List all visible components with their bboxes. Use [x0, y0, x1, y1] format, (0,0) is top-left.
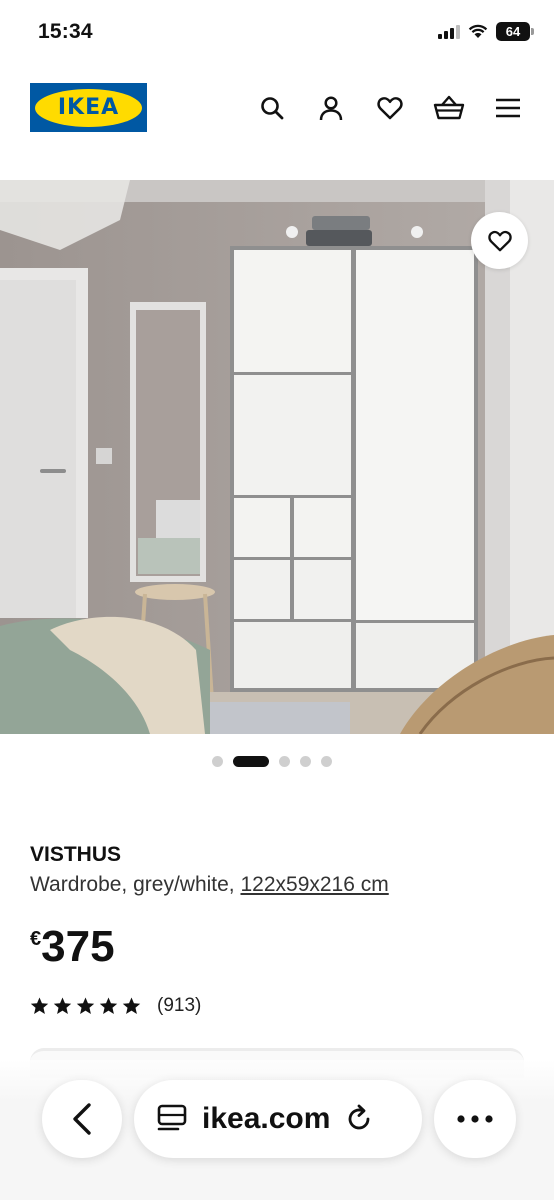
more-icon [457, 1115, 493, 1123]
logo-oval: IKEA [35, 88, 142, 127]
cellular-signal-icon [438, 24, 460, 39]
star-icon [122, 997, 141, 1014]
search-icon[interactable] [253, 91, 290, 125]
price-value: 375 [41, 922, 115, 971]
menu-icon[interactable] [489, 91, 526, 125]
pagination-dot[interactable] [212, 756, 223, 767]
pagination-dot[interactable] [300, 756, 311, 767]
product-description: Wardrobe, grey/white, 122x59x216 cm [30, 873, 389, 897]
heart-icon[interactable] [371, 91, 408, 125]
status-indicators: 64 [438, 22, 534, 41]
pagination-dot-active[interactable] [233, 756, 269, 767]
back-chevron-icon [73, 1103, 91, 1135]
site-header: IKEA [0, 66, 554, 170]
pagination-dot[interactable] [279, 756, 290, 767]
star-icon [30, 997, 49, 1014]
logo-text: IKEA [57, 95, 120, 120]
product-name: VISTHUS [30, 843, 122, 866]
product-price: € 375 [30, 922, 115, 972]
rating-stars [30, 997, 141, 1015]
wifi-icon [468, 24, 488, 38]
star-icon [99, 997, 118, 1014]
url-text: ikea.com [202, 1102, 331, 1135]
reload-icon[interactable] [344, 1104, 374, 1134]
battery-icon: 64 [496, 22, 534, 41]
basket-icon[interactable] [430, 91, 467, 125]
product-rating[interactable]: (913) [30, 995, 201, 1017]
ikea-logo[interactable]: IKEA [30, 83, 147, 132]
favorite-button[interactable] [471, 212, 528, 269]
product-photo [0, 180, 554, 734]
rating-count: (913) [157, 995, 202, 1016]
star-icon [53, 997, 72, 1014]
back-button[interactable] [42, 1080, 122, 1158]
heart-icon [487, 230, 512, 251]
status-bar: 15:34 64 [0, 0, 554, 66]
price-currency: € [30, 928, 42, 950]
product-type: Wardrobe, grey/white, [30, 873, 235, 896]
product-image-gallery[interactable] [0, 180, 554, 734]
status-time: 15:34 [38, 20, 93, 43]
reader-icon [157, 1104, 187, 1131]
battery-level: 64 [505, 24, 521, 39]
browser-toolbar: ikea.com [0, 1060, 554, 1200]
gallery-pagination [0, 756, 554, 767]
account-icon[interactable] [312, 91, 349, 125]
pagination-dot[interactable] [321, 756, 332, 767]
product-dimensions-link[interactable]: 122x59x216 cm [240, 873, 388, 896]
more-button[interactable] [434, 1080, 516, 1158]
star-icon [76, 997, 95, 1014]
address-bar[interactable]: ikea.com [134, 1080, 422, 1158]
header-actions [253, 91, 526, 125]
